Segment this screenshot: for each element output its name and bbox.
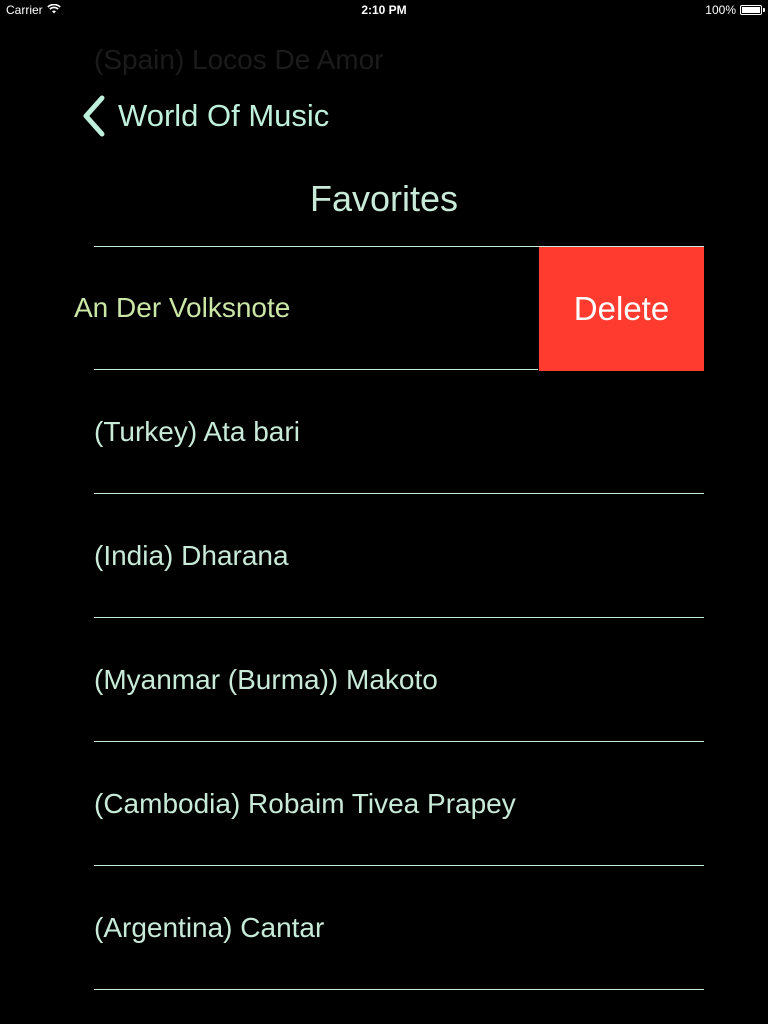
list-item[interactable]: (Turkey) Ata bari <box>0 370 768 494</box>
list-item[interactable]: (India) Dharana <box>0 494 768 618</box>
battery-percent: 100% <box>705 3 736 17</box>
list-item-label: An Der Volksnote <box>74 292 291 323</box>
battery-icon <box>740 5 765 15</box>
list-item[interactable]: An Der Volksnote Delete <box>0 246 768 371</box>
row-separator <box>94 989 704 990</box>
list-item-label: (Argentina) Cantar <box>94 912 325 943</box>
back-button[interactable]: World Of Music <box>80 94 329 138</box>
row-content: An Der Volksnote <box>64 247 538 369</box>
chevron-left-icon <box>80 94 108 138</box>
page-title: Favorites <box>309 178 459 219</box>
list-item-label: (India) Dharana <box>94 540 289 571</box>
list-item-label: (Myanmar (Burma)) Makoto <box>94 664 438 695</box>
back-label: World Of Music <box>118 98 330 133</box>
list-item-label: (Turkey) Ata bari <box>94 416 300 447</box>
list-item-label: (Cambodia) Robaim Tivea Prapey <box>94 788 516 819</box>
delete-button[interactable]: Delete <box>539 247 704 371</box>
status-bar: Carrier 2:10 PM 100% <box>0 0 768 20</box>
now-playing-title: (Spain) Locos De Amor <box>94 44 384 75</box>
status-right: 100% <box>705 3 765 17</box>
list-item[interactable]: (Myanmar (Burma)) Makoto <box>0 618 768 742</box>
status-time: 2:10 PM <box>361 3 407 17</box>
favorites-list: An Der Volksnote Delete (Turkey) Ata bar… <box>0 246 768 990</box>
list-item[interactable]: (Cambodia) Robaim Tivea Prapey <box>0 742 768 866</box>
list-item[interactable]: (Argentina) Cantar <box>0 866 768 990</box>
